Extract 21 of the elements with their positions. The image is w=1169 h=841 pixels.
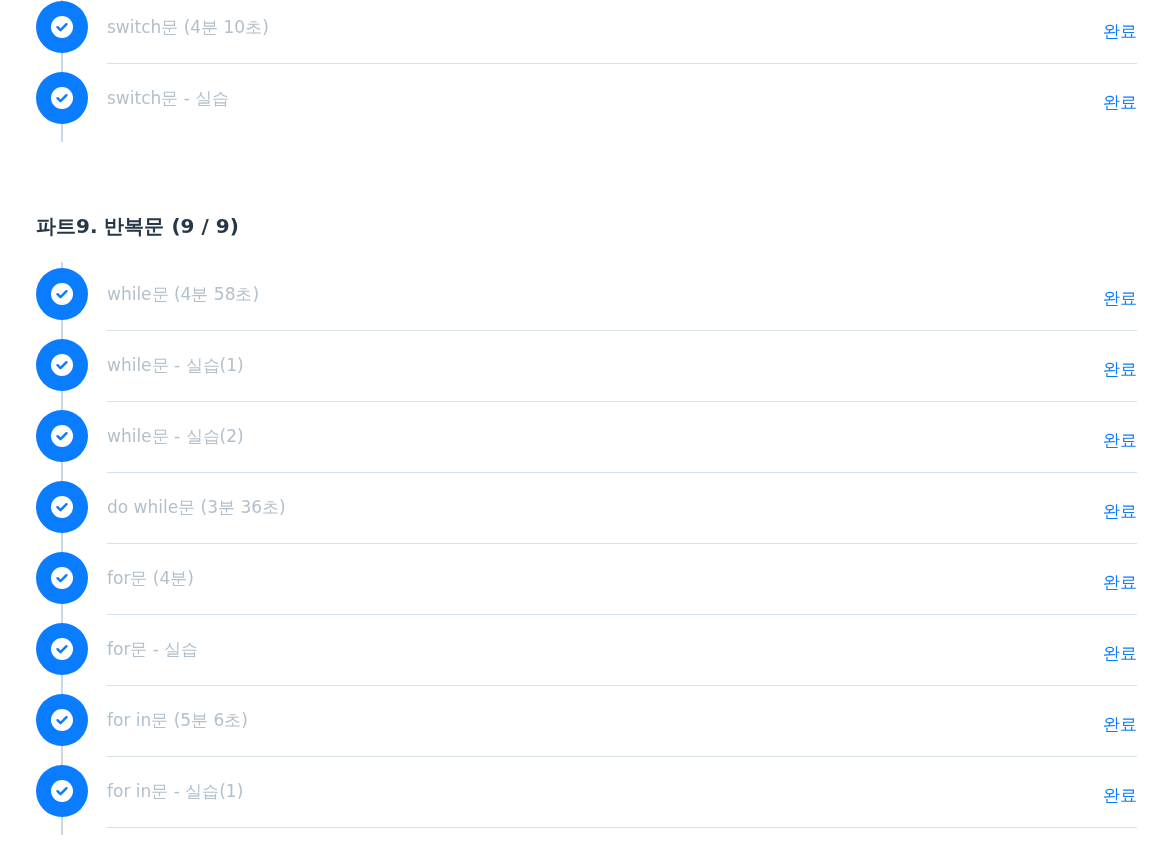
lesson-title[interactable]: while문 - 실습(2) [107, 425, 244, 447]
lesson-title[interactable]: for문 (4분) [107, 567, 194, 589]
lesson-status: 완료 [1103, 287, 1137, 309]
lesson-title[interactable]: while문 - 실습(1) [107, 354, 244, 376]
lesson-title[interactable]: switch문 - 실습 [107, 87, 230, 109]
lesson-status: 완료 [1103, 500, 1137, 522]
lesson-status: 완료 [1103, 358, 1137, 380]
lesson-title[interactable]: for in문 (5분 6초) [107, 709, 248, 731]
lesson-title[interactable]: for in문 - 실습(1) [107, 780, 244, 802]
lesson-status: 완료 [1103, 91, 1137, 113]
section-heading: 파트9. 반복문 (9 / 9) [35, 213, 240, 240]
lesson-status: 완료 [1103, 429, 1137, 451]
lesson-status: 완료 [1103, 784, 1137, 806]
lesson-status: 완료 [1103, 713, 1137, 735]
lesson-status: 완료 [1103, 571, 1137, 593]
lesson-title[interactable]: do while문 (3분 36초) [107, 496, 286, 518]
lesson-status: 완료 [1103, 20, 1137, 42]
lesson-title[interactable]: while문 (4분 58초) [107, 283, 260, 305]
lesson-title[interactable]: for문 - 실습 [107, 638, 199, 660]
lesson-status: 완료 [1103, 642, 1137, 664]
lesson-title[interactable]: switch문 (4분 10초) [107, 16, 269, 38]
